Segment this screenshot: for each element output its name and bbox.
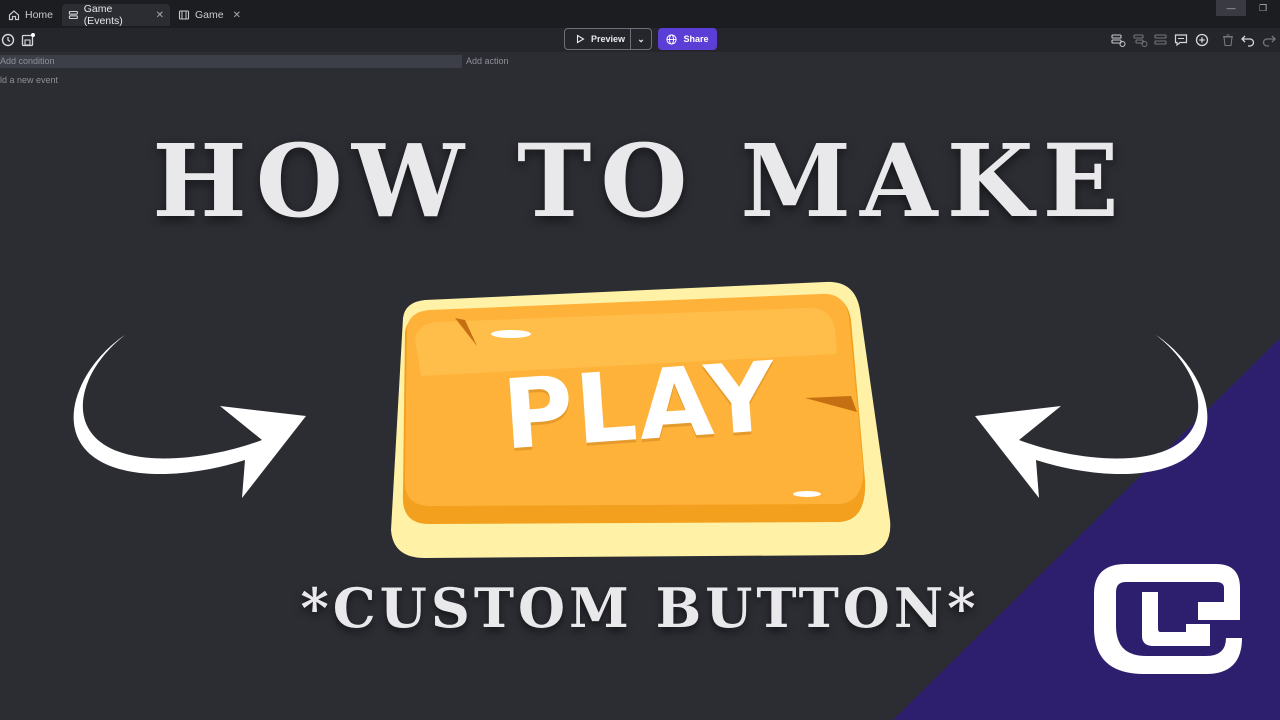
home-icon <box>8 10 20 21</box>
add-action-label: Add action <box>466 56 509 66</box>
add-event-icon[interactable] <box>1110 32 1126 48</box>
gdevelop-logo-icon <box>1094 564 1242 674</box>
events-icon <box>68 10 78 20</box>
scene-icon <box>178 10 190 20</box>
globe-icon <box>666 33 678 45</box>
restore-button[interactable]: ❐ <box>1248 0 1278 16</box>
add-condition-button[interactable]: Add condition <box>0 55 462 68</box>
tab-label: Game (Events) <box>83 3 123 27</box>
add-action-button[interactable]: Add action <box>466 55 509 68</box>
right-arrow-icon <box>975 335 1208 498</box>
play-button-graphic: PLAY <box>385 280 895 562</box>
tab-game[interactable]: Game ✕ <box>172 4 247 26</box>
preview-label: Preview <box>591 34 626 44</box>
play-icon <box>576 34 585 44</box>
share-button[interactable]: Share <box>658 28 717 50</box>
close-icon[interactable]: ✕ <box>156 10 164 21</box>
undo-icon[interactable] <box>1240 32 1256 48</box>
tab-label: Home <box>25 9 54 21</box>
left-arrow-icon <box>73 335 307 498</box>
add-group-icon[interactable] <box>1153 32 1169 48</box>
minimize-button[interactable]: — <box>1216 0 1246 16</box>
close-icon[interactable]: ✕ <box>233 10 241 21</box>
delete-icon[interactable] <box>1220 32 1236 48</box>
add-icon[interactable] <box>1194 32 1210 48</box>
share-label: Share <box>683 34 709 44</box>
save-icon[interactable] <box>20 32 36 48</box>
tab-bar: Home Game (Events) ✕ Game ✕ — ❐ <box>0 0 1280 28</box>
comment-icon[interactable] <box>1173 32 1189 48</box>
tab-home[interactable]: Home <box>2 4 59 26</box>
headline-text: HOW TO MAKE <box>152 122 1128 240</box>
add-new-event-button[interactable]: ld a new event <box>0 75 58 85</box>
chevron-down-icon[interactable]: ⌄ <box>631 34 651 45</box>
history-icon[interactable] <box>0 32 16 48</box>
tab-label: Game <box>195 9 224 21</box>
tab-game-events[interactable]: Game (Events) ✕ <box>62 3 170 27</box>
add-new-event-label: ld a new event <box>0 75 59 85</box>
add-subevent-icon[interactable] <box>1132 32 1148 48</box>
add-condition-label: Add condition <box>0 56 55 66</box>
redo-icon[interactable] <box>1261 32 1277 48</box>
preview-button[interactable]: Preview ⌄ <box>564 28 652 50</box>
